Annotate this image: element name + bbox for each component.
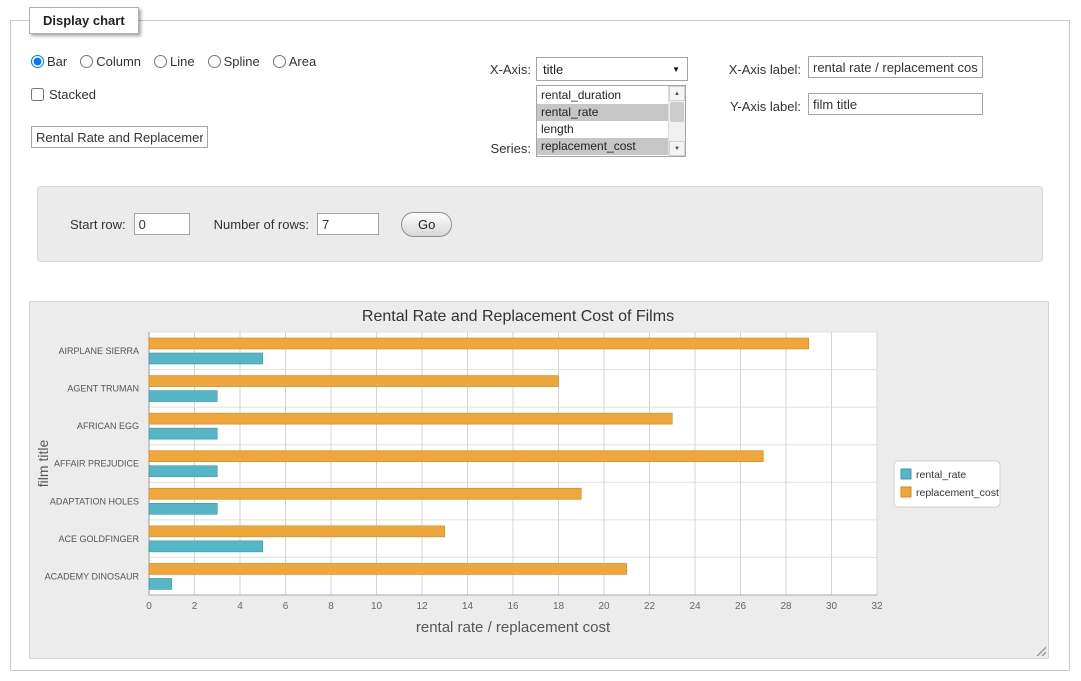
scroll-down-icon[interactable]: ▼: [669, 141, 685, 156]
chart-panel: 02468101214161820222426283032AIRPLANE SI…: [29, 301, 1049, 659]
series-option-rental_rate[interactable]: rental_rate: [537, 104, 668, 121]
chart-type-option-line[interactable]: Line: [154, 54, 195, 69]
x-axis-label-text: X-Axis:: [456, 62, 531, 77]
x-tick-label: 16: [507, 601, 519, 612]
chart-type-radiogroup: Bar Column Line Spline Area: [31, 54, 316, 69]
chart-type-option-bar[interactable]: Bar: [31, 54, 67, 69]
scrollbar-thumb[interactable]: [670, 102, 684, 122]
category-label: AFFAIR PREJUDICE: [54, 459, 139, 469]
x-tick-label: 8: [328, 601, 334, 612]
stacked-label: Stacked: [49, 87, 96, 102]
y-axis-label-input[interactable]: [808, 93, 983, 115]
category-label: ACE GOLDFINGER: [58, 534, 139, 544]
x-tick-label: 28: [780, 601, 792, 612]
chart-type-option-spline[interactable]: Spline: [208, 54, 260, 69]
series-option-rental_duration[interactable]: rental_duration: [537, 87, 668, 104]
x-tick-label: 24: [689, 601, 701, 612]
fieldset-legend: Display chart: [29, 7, 139, 34]
x-tick-label: 10: [371, 601, 383, 612]
x-tick-label: 4: [237, 601, 243, 612]
x-tick-label: 30: [826, 601, 838, 612]
bar-replacement_cost[interactable]: [149, 338, 809, 349]
bar-chart[interactable]: 02468101214161820222426283032AIRPLANE SI…: [32, 304, 1044, 654]
start-row-label: Start row:: [70, 217, 126, 232]
x-axis-label-field-label: X-Axis label:: [711, 62, 801, 77]
legend-label-rental_rate[interactable]: rental_rate: [916, 469, 966, 481]
category-label: AIRPLANE SIERRA: [58, 346, 139, 356]
chart-type-option-column[interactable]: Column: [80, 54, 141, 69]
chart-title: Rental Rate and Replacement Cost of Film…: [362, 308, 674, 325]
series-listbox[interactable]: rental_durationrental_ratelengthreplacem…: [536, 85, 686, 157]
display-chart-fieldset: Display chart BarColumnLineSplineArea St…: [10, 20, 1070, 671]
bar-rental_rate[interactable]: [149, 541, 263, 552]
chart-type-radio-area[interactable]: [273, 55, 286, 68]
bar-rental_rate[interactable]: [149, 428, 217, 439]
x-tick-label: 2: [192, 601, 198, 612]
bar-replacement_cost[interactable]: [149, 376, 559, 387]
bar-rental_rate[interactable]: [149, 391, 217, 402]
bar-rental_rate[interactable]: [149, 353, 263, 364]
x-tick-label: 12: [416, 601, 428, 612]
x-axis-title: rental rate / replacement cost: [416, 619, 611, 636]
chart-type-radio-line[interactable]: [154, 55, 167, 68]
series-listbox-options: rental_durationrental_ratelengthreplacem…: [537, 86, 668, 156]
chart-type-radio-spline[interactable]: [208, 55, 221, 68]
x-tick-label: 6: [283, 601, 289, 612]
x-tick-label: 22: [644, 601, 656, 612]
series-listbox-scrollbar[interactable]: ▲ ▼: [668, 86, 685, 156]
scroll-up-icon[interactable]: ▲: [669, 86, 685, 101]
legend-marker-rental_rate[interactable]: [901, 469, 911, 479]
chart-type-radio-bar[interactable]: [31, 55, 44, 68]
legend-marker-replacement_cost[interactable]: [901, 487, 911, 497]
bar-replacement_cost[interactable]: [149, 413, 672, 424]
chart-title-input[interactable]: [31, 126, 208, 148]
x-axis-selected-value: title: [543, 62, 563, 77]
bar-rental_rate[interactable]: [149, 578, 172, 589]
bar-rental_rate[interactable]: [149, 466, 217, 477]
rows-panel: Start row: Number of rows: Go: [37, 186, 1043, 262]
go-button[interactable]: Go: [401, 212, 452, 237]
x-tick-label: 14: [462, 601, 474, 612]
chevron-down-icon: ▼: [672, 65, 687, 74]
x-axis-label-input[interactable]: [808, 56, 983, 78]
bar-replacement_cost[interactable]: [149, 563, 627, 574]
x-axis-select[interactable]: title ▼: [536, 57, 688, 81]
legend-label-replacement_cost[interactable]: replacement_cost: [916, 487, 999, 499]
series-label-text: Series:: [456, 141, 531, 156]
x-tick-label: 20: [598, 601, 610, 612]
category-label: AFRICAN EGG: [77, 421, 139, 431]
x-tick-label: 18: [553, 601, 565, 612]
chart-type-option-area[interactable]: Area: [273, 54, 316, 69]
bar-replacement_cost[interactable]: [149, 488, 581, 499]
y-axis-title: film title: [35, 440, 51, 488]
num-rows-input[interactable]: [317, 213, 379, 235]
num-rows-label: Number of rows:: [214, 217, 309, 232]
category-label: ACADEMY DINOSAUR: [45, 571, 140, 581]
category-label: AGENT TRUMAN: [67, 384, 139, 394]
page: Display chart Bar Column Line Spline Area St…: [0, 0, 1081, 681]
x-tick-label: 32: [871, 601, 883, 612]
x-tick-label: 0: [146, 601, 152, 612]
stacked-row: Stacked: [31, 87, 96, 102]
y-axis-label-field-label: Y-Axis label:: [711, 99, 801, 114]
series-option-replacement_cost[interactable]: replacement_cost: [537, 138, 668, 155]
bar-replacement_cost[interactable]: [149, 451, 763, 462]
category-label: ADAPTATION HOLES: [50, 496, 139, 506]
bar-rental_rate[interactable]: [149, 503, 217, 514]
series-option-length[interactable]: length: [537, 121, 668, 138]
bar-replacement_cost[interactable]: [149, 526, 445, 537]
start-row-input[interactable]: [134, 213, 190, 235]
chart-type-radio-column[interactable]: [80, 55, 93, 68]
legend-box: [894, 461, 1000, 507]
stacked-checkbox[interactable]: [31, 88, 44, 101]
x-tick-label: 26: [735, 601, 747, 612]
